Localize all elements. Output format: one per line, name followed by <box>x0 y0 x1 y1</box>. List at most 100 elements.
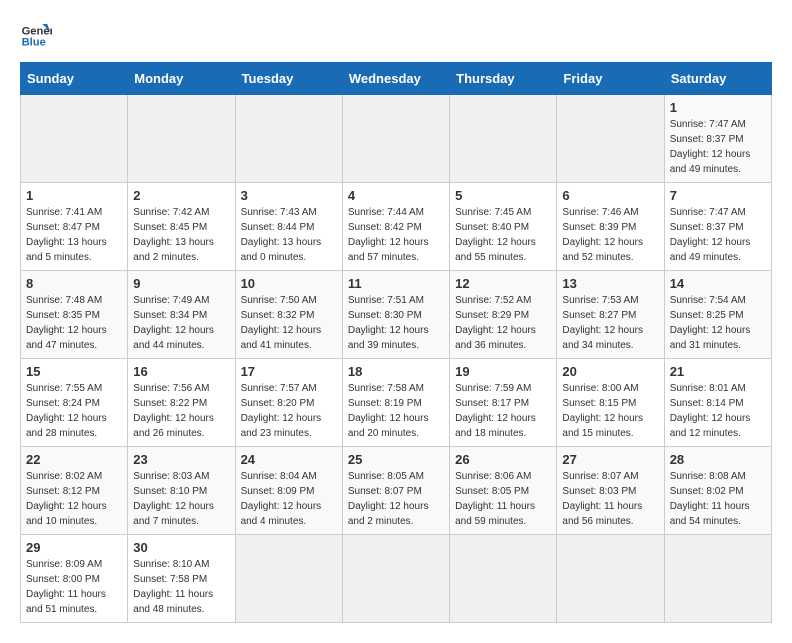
day-number: 15 <box>26 364 122 379</box>
calendar-cell: 12 Sunrise: 7:52 AMSunset: 8:29 PMDayligh… <box>450 271 557 359</box>
calendar-cell: 25 Sunrise: 8:05 AMSunset: 8:07 PMDayligh… <box>342 447 449 535</box>
column-header-sunday: Sunday <box>21 63 128 95</box>
day-info: Sunrise: 7:56 AMSunset: 8:22 PMDaylight:… <box>133 381 229 441</box>
day-number: 12 <box>455 276 551 291</box>
calendar-week-row: 22 Sunrise: 8:02 AMSunset: 8:12 PMDayligh… <box>21 447 772 535</box>
day-info: Sunrise: 7:57 AMSunset: 8:20 PMDaylight:… <box>241 381 337 441</box>
column-header-thursday: Thursday <box>450 63 557 95</box>
calendar-cell: 1 Sunrise: 7:47 AMSunset: 8:37 PMDaylight… <box>664 95 771 183</box>
calendar-cell <box>342 535 449 623</box>
day-info: Sunrise: 8:10 AMSunset: 7:58 PMDaylight:… <box>133 557 229 617</box>
calendar-cell <box>557 95 664 183</box>
calendar-cell: 21Sunrise: 8:01 AMSunset: 8:14 PMDayligh… <box>664 359 771 447</box>
day-info: Sunrise: 7:50 AMSunset: 8:32 PMDaylight:… <box>241 293 337 353</box>
day-number: 9 <box>133 276 229 291</box>
day-number: 7 <box>670 188 766 203</box>
svg-text:Blue: Blue <box>22 37 46 49</box>
calendar-cell <box>128 95 235 183</box>
calendar-cell: 20 Sunrise: 8:00 AMSunset: 8:15 PMDayligh… <box>557 359 664 447</box>
day-info: Sunrise: 8:05 AMSunset: 8:07 PMDaylight:… <box>348 469 444 529</box>
day-info: Sunrise: 8:08 AMSunset: 8:02 PMDaylight:… <box>670 469 766 529</box>
calendar-cell: 10 Sunrise: 7:50 AMSunset: 8:32 PMDayligh… <box>235 271 342 359</box>
calendar-cell: 1 Sunrise: 7:41 AMSunset: 8:47 PMDaylight… <box>21 183 128 271</box>
day-number: 22 <box>26 452 122 467</box>
day-info: Sunrise: 7:47 AMSunset: 8:37 PMDaylight:… <box>670 117 766 177</box>
day-number: 1 <box>670 100 766 115</box>
day-info: Sunrise: 7:58 AMSunset: 8:19 PMDaylight:… <box>348 381 444 441</box>
calendar-cell <box>557 535 664 623</box>
calendar-header-row: SundayMondayTuesdayWednesdayThursdayFrid… <box>21 63 772 95</box>
day-number: 25 <box>348 452 444 467</box>
day-info: Sunrise: 7:41 AMSunset: 8:47 PMDaylight:… <box>26 205 122 265</box>
day-info: Sunrise: 7:43 AMSunset: 8:44 PMDaylight:… <box>241 205 337 265</box>
calendar-cell: 5Sunrise: 7:45 AMSunset: 8:40 PMDaylight… <box>450 183 557 271</box>
day-number: 20 <box>562 364 658 379</box>
day-number: 28 <box>670 452 766 467</box>
logo: General Blue <box>20 20 56 52</box>
calendar-cell: 13Sunrise: 7:53 AMSunset: 8:27 PMDayligh… <box>557 271 664 359</box>
day-info: Sunrise: 7:47 AMSunset: 8:37 PMDaylight:… <box>670 205 766 265</box>
day-info: Sunrise: 7:44 AMSunset: 8:42 PMDaylight:… <box>348 205 444 265</box>
calendar-cell: 7 Sunrise: 7:47 AMSunset: 8:37 PMDaylight… <box>664 183 771 271</box>
day-number: 4 <box>348 188 444 203</box>
calendar-cell: 23 Sunrise: 8:03 AMSunset: 8:10 PMDayligh… <box>128 447 235 535</box>
calendar-cell: 22 Sunrise: 8:02 AMSunset: 8:12 PMDayligh… <box>21 447 128 535</box>
calendar-cell <box>450 535 557 623</box>
day-number: 8 <box>26 276 122 291</box>
day-number: 11 <box>348 276 444 291</box>
column-header-monday: Monday <box>128 63 235 95</box>
day-number: 3 <box>241 188 337 203</box>
day-info: Sunrise: 7:46 AMSunset: 8:39 PMDaylight:… <box>562 205 658 265</box>
day-info: Sunrise: 8:02 AMSunset: 8:12 PMDaylight:… <box>26 469 122 529</box>
day-number: 30 <box>133 540 229 555</box>
column-header-wednesday: Wednesday <box>342 63 449 95</box>
day-number: 1 <box>26 188 122 203</box>
day-info: Sunrise: 8:00 AMSunset: 8:15 PMDaylight:… <box>562 381 658 441</box>
calendar-cell: 4 Sunrise: 7:44 AMSunset: 8:42 PMDaylight… <box>342 183 449 271</box>
day-info: Sunrise: 8:07 AMSunset: 8:03 PMDaylight:… <box>562 469 658 529</box>
calendar-week-row: 1 Sunrise: 7:41 AMSunset: 8:47 PMDaylight… <box>21 183 772 271</box>
calendar-cell: 28 Sunrise: 8:08 AMSunset: 8:02 PMDayligh… <box>664 447 771 535</box>
page-header: General Blue <box>20 20 772 52</box>
day-number: 18 <box>348 364 444 379</box>
calendar-cell: 15Sunrise: 7:55 AMSunset: 8:24 PMDayligh… <box>21 359 128 447</box>
column-header-friday: Friday <box>557 63 664 95</box>
day-info: Sunrise: 8:03 AMSunset: 8:10 PMDaylight:… <box>133 469 229 529</box>
day-info: Sunrise: 8:06 AMSunset: 8:05 PMDaylight:… <box>455 469 551 529</box>
day-info: Sunrise: 8:04 AMSunset: 8:09 PMDaylight:… <box>241 469 337 529</box>
calendar-cell: 29Sunrise: 8:09 AMSunset: 8:00 PMDayligh… <box>21 535 128 623</box>
calendar-cell: 30 Sunrise: 8:10 AMSunset: 7:58 PMDayligh… <box>128 535 235 623</box>
calendar-cell <box>450 95 557 183</box>
calendar-cell: 14Sunrise: 7:54 AMSunset: 8:25 PMDayligh… <box>664 271 771 359</box>
day-info: Sunrise: 7:59 AMSunset: 8:17 PMDaylight:… <box>455 381 551 441</box>
calendar-cell: 2Sunrise: 7:42 AMSunset: 8:45 PMDaylight… <box>128 183 235 271</box>
day-info: Sunrise: 7:45 AMSunset: 8:40 PMDaylight:… <box>455 205 551 265</box>
calendar-cell: 8Sunrise: 7:48 AMSunset: 8:35 PMDaylight… <box>21 271 128 359</box>
calendar-week-row: 1 Sunrise: 7:47 AMSunset: 8:37 PMDaylight… <box>21 95 772 183</box>
day-info: Sunrise: 8:01 AMSunset: 8:14 PMDaylight:… <box>670 381 766 441</box>
calendar-cell: 27Sunrise: 8:07 AMSunset: 8:03 PMDayligh… <box>557 447 664 535</box>
day-number: 23 <box>133 452 229 467</box>
column-header-tuesday: Tuesday <box>235 63 342 95</box>
day-number: 10 <box>241 276 337 291</box>
logo-icon: General Blue <box>20 20 52 52</box>
day-number: 19 <box>455 364 551 379</box>
day-number: 16 <box>133 364 229 379</box>
day-info: Sunrise: 7:49 AMSunset: 8:34 PMDaylight:… <box>133 293 229 353</box>
calendar-cell: 6Sunrise: 7:46 AMSunset: 8:39 PMDaylight… <box>557 183 664 271</box>
calendar-week-row: 8Sunrise: 7:48 AMSunset: 8:35 PMDaylight… <box>21 271 772 359</box>
calendar-cell <box>235 535 342 623</box>
calendar-week-row: 15Sunrise: 7:55 AMSunset: 8:24 PMDayligh… <box>21 359 772 447</box>
calendar-cell <box>342 95 449 183</box>
calendar-cell: 26Sunrise: 8:06 AMSunset: 8:05 PMDayligh… <box>450 447 557 535</box>
day-info: Sunrise: 7:53 AMSunset: 8:27 PMDaylight:… <box>562 293 658 353</box>
calendar-cell: 9 Sunrise: 7:49 AMSunset: 8:34 PMDaylight… <box>128 271 235 359</box>
day-info: Sunrise: 8:09 AMSunset: 8:00 PMDaylight:… <box>26 557 122 617</box>
column-header-saturday: Saturday <box>664 63 771 95</box>
calendar-cell <box>21 95 128 183</box>
day-info: Sunrise: 7:52 AMSunset: 8:29 PMDaylight:… <box>455 293 551 353</box>
calendar-cell: 18 Sunrise: 7:58 AMSunset: 8:19 PMDayligh… <box>342 359 449 447</box>
calendar-cell: 19 Sunrise: 7:59 AMSunset: 8:17 PMDayligh… <box>450 359 557 447</box>
calendar-week-row: 29Sunrise: 8:09 AMSunset: 8:00 PMDayligh… <box>21 535 772 623</box>
day-number: 14 <box>670 276 766 291</box>
